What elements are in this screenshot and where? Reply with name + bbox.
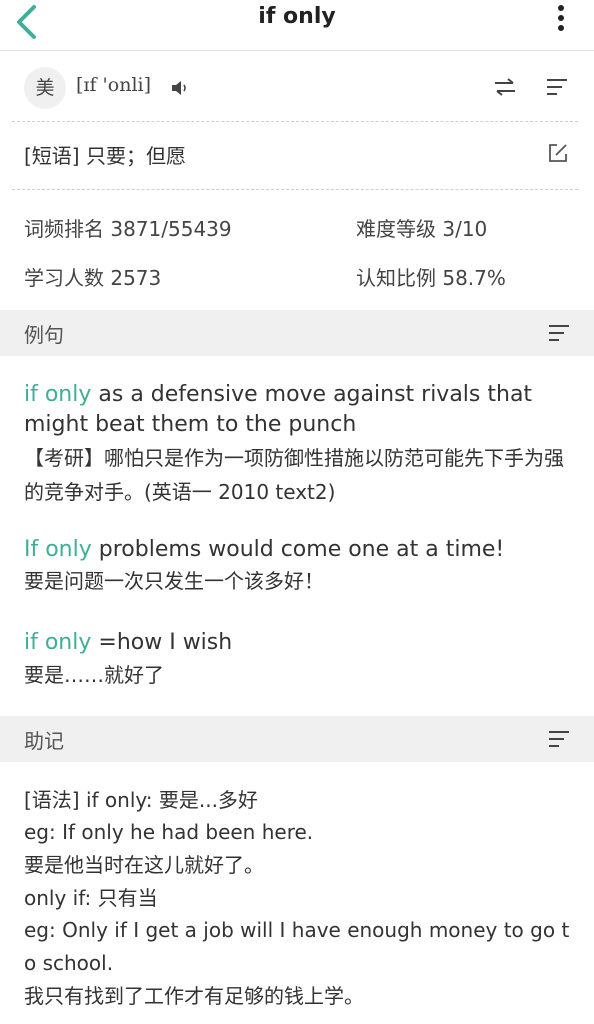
mnemonic-line: eg: If only he had been here.: [24, 820, 314, 844]
section-title: 助记: [24, 729, 64, 753]
edit-icon[interactable]: [547, 142, 569, 164]
mnemonic-line: 要是他当时在这儿就好了。: [24, 853, 264, 877]
divider: [12, 121, 578, 122]
lines-icon[interactable]: [546, 77, 568, 97]
speaker-icon[interactable]: [171, 80, 189, 96]
more-vertical-icon[interactable]: [556, 4, 566, 36]
example-text: problems would come one at a time!: [91, 537, 505, 562]
example-text: =how I wish: [91, 630, 233, 655]
word-meaning: [短语] 只要；但愿: [24, 144, 186, 168]
page-title: if only: [258, 4, 336, 29]
examples-section-header: 例句: [0, 310, 594, 356]
highlighted-phrase: if only: [24, 382, 92, 407]
region-badge[interactable]: 美: [24, 67, 66, 109]
mnemonic-line: only if: 只有当: [24, 886, 158, 910]
pronunciation-row: 美 [ɪf 'onli]: [0, 52, 594, 120]
lines-icon[interactable]: [548, 729, 570, 749]
highlighted-phrase: If only: [24, 537, 92, 562]
example-sentence: If only problems would come one at a tim…: [24, 535, 574, 565]
nav-bar: if only: [0, 0, 594, 51]
example-translation: 【考研】哪怕只是作为一项防御性措施以防范可能先下手为强的竞争对手。(英语一 20…: [24, 446, 564, 504]
divider: [12, 189, 578, 190]
example-translation: 要是问题一次只发生一个该多好！: [24, 569, 324, 593]
mnemonic-section-header: 助记: [0, 716, 594, 762]
mnemonic-line: 我只有找到了工作才有足够的钱上学。: [24, 984, 364, 1008]
swap-icon[interactable]: [493, 77, 517, 97]
example-sentence: if only =how I wish: [24, 628, 574, 658]
stat-learners: 学习人数 2573: [24, 266, 162, 290]
stat-cognition: 认知比例 58.7%: [356, 266, 506, 290]
phonetic-text: [ɪf 'onli]: [76, 74, 152, 96]
mnemonic-line: eg: Only if I get a job will I have enou…: [24, 918, 570, 942]
stat-difficulty: 难度等级 3/10: [356, 217, 488, 241]
lines-icon[interactable]: [548, 323, 570, 343]
stat-frequency-rank: 词频排名 3871/55439: [24, 217, 232, 241]
example-translation: 要是……就好了: [24, 663, 164, 687]
mnemonic-line: [语法] if only: 要是...多好: [24, 788, 258, 812]
example-text: as a defensive move against rivals that …: [24, 382, 533, 437]
section-title: 例句: [24, 323, 64, 347]
highlighted-phrase: if only: [24, 630, 92, 655]
mnemonic-line: o school.: [24, 951, 114, 975]
example-sentence: if only as a defensive move against riva…: [24, 380, 574, 440]
